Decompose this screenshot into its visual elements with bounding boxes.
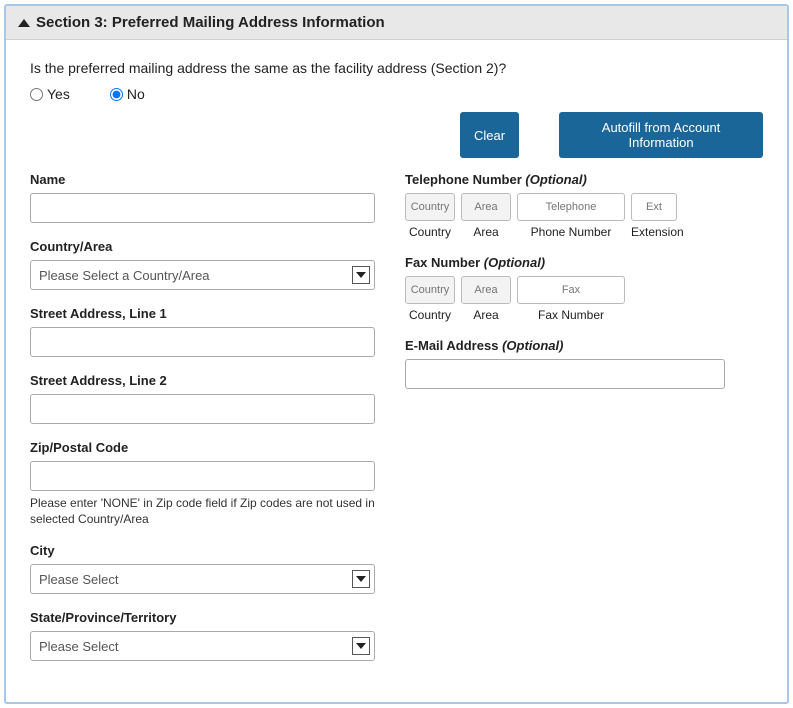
- state-label: State/Province/Territory: [30, 610, 375, 625]
- section-header[interactable]: Section 3: Preferred Mailing Address Inf…: [6, 6, 787, 40]
- email-input[interactable]: [405, 359, 725, 389]
- email-label: E-Mail Address (Optional): [405, 338, 763, 353]
- telephone-label: Telephone Number (Optional): [405, 172, 763, 187]
- telephone-inputs: [405, 193, 763, 221]
- radio-yes-label: Yes: [47, 86, 70, 102]
- state-select-text: Please Select: [39, 639, 119, 654]
- fax-area-input[interactable]: [461, 276, 511, 304]
- tel-ext-sublabel: Extension: [631, 225, 677, 239]
- fax-country-sublabel: Country: [405, 308, 455, 322]
- country-label: Country/Area: [30, 239, 375, 254]
- section-title: Section 3: Preferred Mailing Address Inf…: [36, 14, 385, 31]
- country-select[interactable]: Please Select a Country/Area: [30, 260, 375, 290]
- email-optional: (Optional): [502, 338, 563, 353]
- autofill-button[interactable]: Autofill from Account Information: [559, 112, 763, 158]
- tel-area-sublabel: Area: [461, 225, 511, 239]
- city-select[interactable]: Please Select: [30, 564, 375, 594]
- name-input[interactable]: [30, 193, 375, 223]
- radio-no-input[interactable]: [110, 88, 123, 101]
- telephone-optional: (Optional): [525, 172, 586, 187]
- chevron-up-icon: [18, 19, 30, 27]
- fax-number-sublabel: Fax Number: [517, 308, 625, 322]
- radio-group-same-address: Yes No: [30, 86, 763, 102]
- telephone-label-text: Telephone Number: [405, 172, 522, 187]
- radio-no-label: No: [127, 86, 145, 102]
- fax-inputs: [405, 276, 763, 304]
- fax-optional: (Optional): [484, 255, 545, 270]
- form-panel: Section 3: Preferred Mailing Address Inf…: [4, 4, 789, 704]
- fax-country-input[interactable]: [405, 276, 455, 304]
- street1-label: Street Address, Line 1: [30, 306, 375, 321]
- city-label: City: [30, 543, 375, 558]
- tel-country-sublabel: Country: [405, 225, 455, 239]
- chevron-down-icon: [352, 266, 370, 284]
- street1-input[interactable]: [30, 327, 375, 357]
- section-body: Is the preferred mailing address the sam…: [6, 40, 787, 701]
- email-label-text: E-Mail Address: [405, 338, 498, 353]
- fax-area-sublabel: Area: [461, 308, 511, 322]
- fax-sublabels: Country Area Fax Number: [405, 308, 763, 322]
- fax-number-input[interactable]: [517, 276, 625, 304]
- state-select[interactable]: Please Select: [30, 631, 375, 661]
- radio-yes-input[interactable]: [30, 88, 43, 101]
- telephone-sublabels: Country Area Phone Number Extension: [405, 225, 763, 239]
- country-select-text: Please Select a Country/Area: [39, 268, 210, 283]
- radio-no[interactable]: No: [110, 86, 145, 102]
- fax-label: Fax Number (Optional): [405, 255, 763, 270]
- tel-number-sublabel: Phone Number: [517, 225, 625, 239]
- fax-label-text: Fax Number: [405, 255, 480, 270]
- zip-label: Zip/Postal Code: [30, 440, 375, 455]
- name-label: Name: [30, 172, 375, 187]
- street2-label: Street Address, Line 2: [30, 373, 375, 388]
- city-select-text: Please Select: [39, 572, 119, 587]
- zip-input[interactable]: [30, 461, 375, 491]
- zip-help-text: Please enter 'NONE' in Zip code field if…: [30, 495, 375, 527]
- tel-area-input[interactable]: [461, 193, 511, 221]
- tel-country-input[interactable]: [405, 193, 455, 221]
- street2-input[interactable]: [30, 394, 375, 424]
- button-row: Clear Autofill from Account Information: [30, 112, 763, 158]
- tel-ext-input[interactable]: [631, 193, 677, 221]
- radio-yes[interactable]: Yes: [30, 86, 70, 102]
- chevron-down-icon: [352, 637, 370, 655]
- chevron-down-icon: [352, 570, 370, 588]
- clear-button[interactable]: Clear: [460, 112, 519, 158]
- tel-number-input[interactable]: [517, 193, 625, 221]
- same-address-question: Is the preferred mailing address the sam…: [30, 60, 763, 76]
